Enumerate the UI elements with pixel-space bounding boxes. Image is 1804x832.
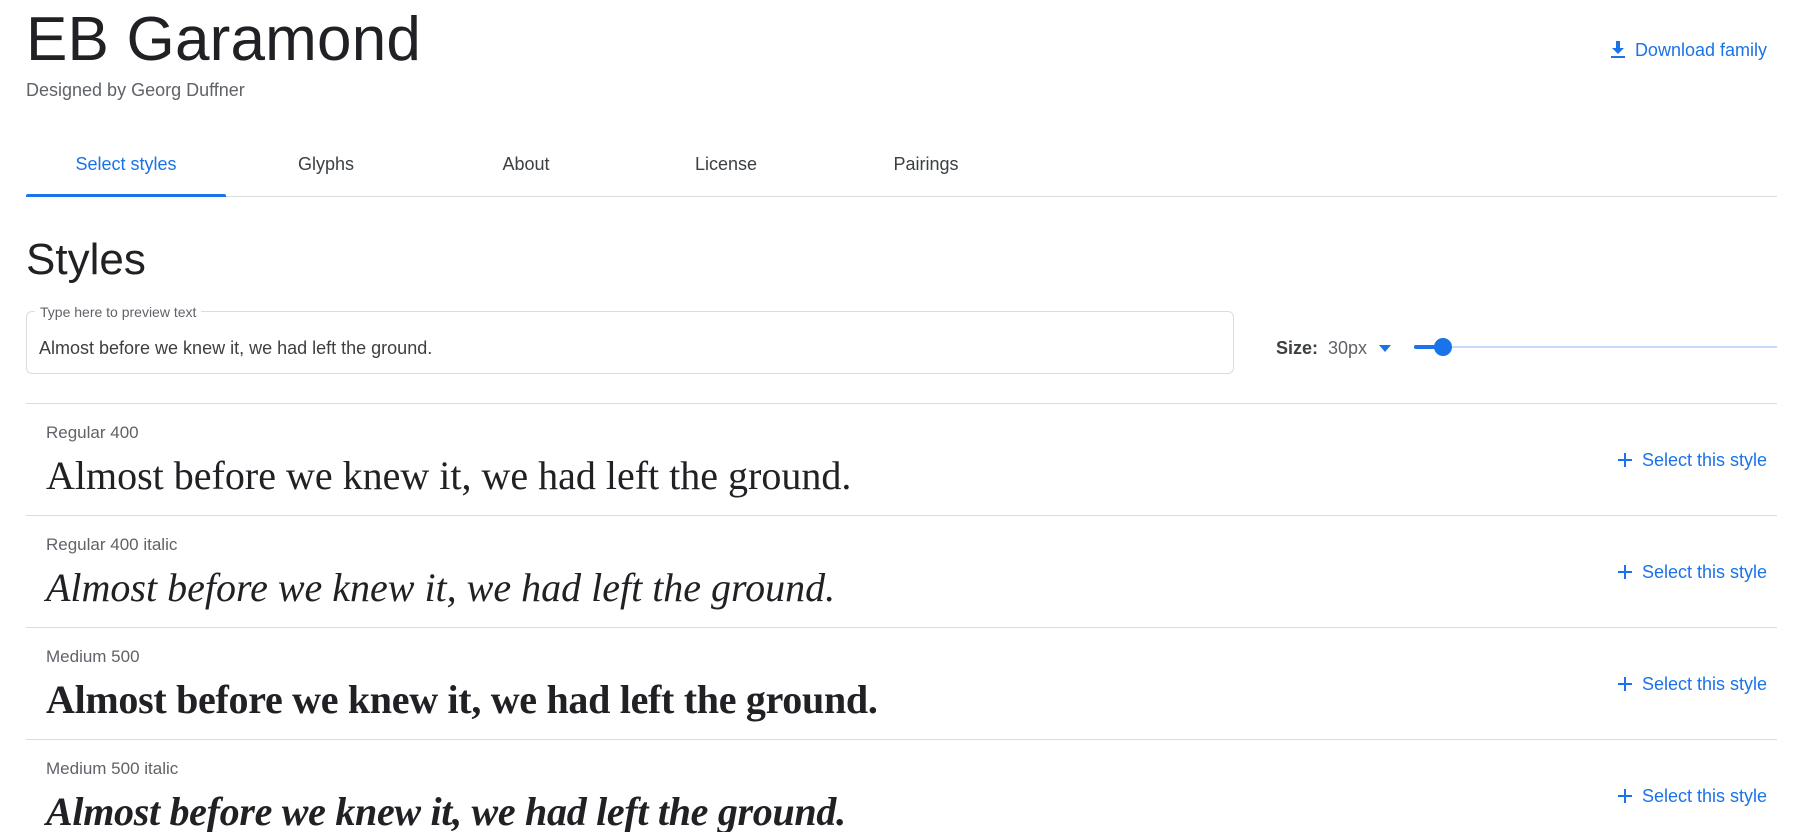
slider-thumb[interactable]	[1434, 338, 1452, 356]
select-style-label: Select this style	[1641, 674, 1767, 694]
download-family-label: Download family	[1634, 39, 1767, 60]
style-sample: Almost before we knew it, we had left th…	[46, 789, 846, 832]
style-row-regular-400: Regular 400 Almost before we knew it, we…	[26, 403, 1777, 515]
select-style-button[interactable]: Select this style	[1617, 784, 1767, 808]
font-page: EB Garamond Designed by Georg Duffner Do…	[0, 0, 1804, 832]
size-dropdown[interactable]: 30px	[1328, 336, 1392, 360]
select-style-label: Select this style	[1641, 786, 1767, 806]
plus-icon	[1617, 565, 1632, 579]
tab-select-styles[interactable]: Select styles	[26, 136, 226, 197]
preview-text-field: Type here to preview text	[26, 304, 1234, 374]
select-style-button[interactable]: Select this style	[1617, 448, 1767, 472]
preview-text-label: Type here to preview text	[35, 304, 202, 320]
caret-down-icon	[1379, 344, 1392, 352]
plus-icon	[1617, 453, 1632, 467]
tab-pairings[interactable]: Pairings	[826, 136, 1026, 196]
select-style-label: Select this style	[1641, 562, 1767, 582]
style-sample: Almost before we knew it, we had left th…	[46, 565, 836, 610]
family-title: EB Garamond	[26, 5, 422, 74]
style-sample: Almost before we knew it, we had left th…	[46, 677, 878, 722]
plus-icon	[1617, 677, 1632, 691]
style-name: Regular 400 italic	[46, 535, 178, 554]
tab-about[interactable]: About	[426, 136, 626, 196]
download-icon	[1610, 41, 1625, 58]
tab-glyphs[interactable]: Glyphs	[226, 136, 426, 196]
style-row-medium-500: Medium 500 Almost before we knew it, we …	[26, 627, 1777, 739]
select-style-button[interactable]: Select this style	[1617, 560, 1767, 584]
style-name: Medium 500	[46, 647, 140, 666]
plus-icon	[1617, 789, 1632, 803]
style-name: Regular 400	[46, 423, 139, 442]
size-slider[interactable]	[1414, 333, 1777, 361]
style-row-regular-400-italic: Regular 400 italic Almost before we knew…	[26, 515, 1777, 627]
style-row-medium-500-italic: Medium 500 italic Almost before we knew …	[26, 739, 1777, 832]
tab-bar: Select styles Glyphs About License Pairi…	[26, 136, 1777, 197]
preview-text-input[interactable]	[39, 334, 1219, 362]
size-label: Size:	[1276, 338, 1319, 358]
size-value: 30px	[1328, 338, 1368, 358]
select-style-label: Select this style	[1641, 450, 1767, 470]
tab-license[interactable]: License	[626, 136, 826, 196]
style-sample: Almost before we knew it, we had left th…	[46, 453, 852, 498]
download-family-button[interactable]: Download family	[1609, 36, 1767, 64]
styles-list: Regular 400 Almost before we knew it, we…	[26, 403, 1777, 832]
style-name: Medium 500 italic	[46, 759, 179, 778]
select-style-button[interactable]: Select this style	[1617, 672, 1767, 696]
styles-heading: Styles	[26, 235, 146, 284]
designer-credit: Designed by Georg Duffner	[26, 80, 245, 100]
slider-track	[1414, 346, 1777, 348]
